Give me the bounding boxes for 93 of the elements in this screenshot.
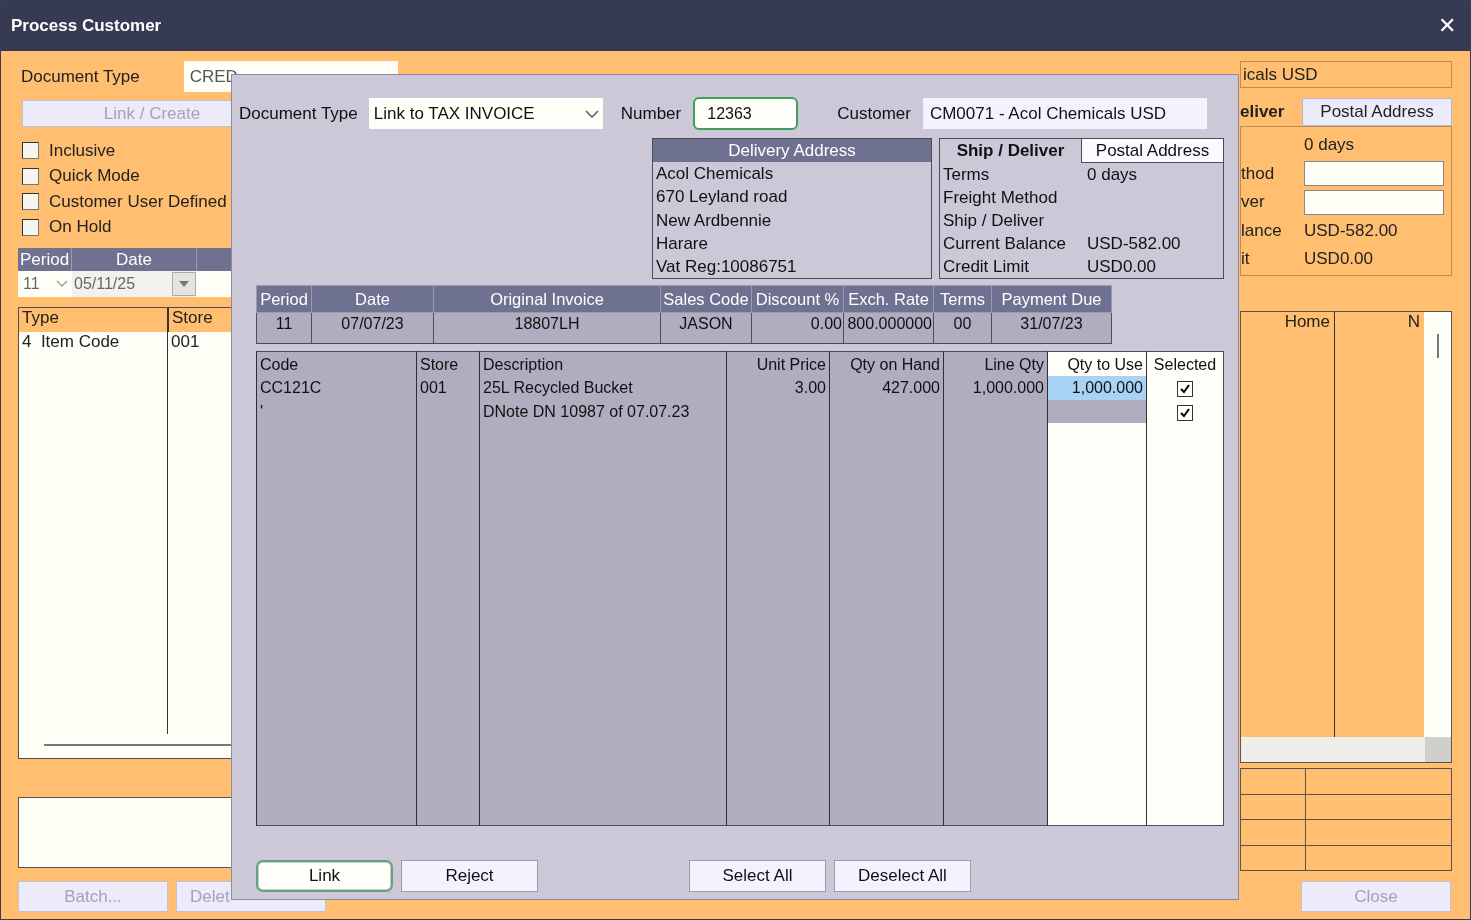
button[interactable]: Reject — [401, 860, 538, 892]
info-value: 0 days — [1304, 135, 1355, 156]
table-cell: 3.00 — [726, 376, 830, 400]
info-label: ver — [1241, 192, 1266, 213]
address-line: Vat Reg:10086751 — [655, 256, 798, 279]
scrollbar[interactable] — [1424, 312, 1451, 737]
table-cell: 31/07/23 — [991, 312, 1112, 344]
address-line: Acol Chemicals — [655, 163, 775, 185]
info-value: USD0.00 — [1304, 249, 1373, 270]
date-field[interactable]: 05/11/25 — [72, 271, 196, 297]
checkbox[interactable] — [22, 142, 39, 160]
button[interactable]: Link — [256, 860, 393, 892]
table-cell: 427.000 — [829, 376, 944, 400]
table-cell: DNote DN 10987 of 07.07.23 — [479, 399, 727, 423]
window-title: Process Customer — [11, 16, 162, 36]
tab[interactable]: Postal Address — [1081, 139, 1223, 163]
checkbox-label: Customer User Defined — [49, 191, 227, 212]
table-cell: 00 — [933, 312, 992, 344]
table-cell: JASON — [660, 312, 752, 344]
checkbox-label: Inclusive — [49, 140, 116, 161]
table-cell: ' — [256, 399, 417, 423]
column-header: Period — [256, 285, 312, 313]
column-header: Payment Due — [991, 285, 1112, 313]
info-label: Current Balance — [943, 233, 1067, 254]
table-cell: 001 — [416, 376, 480, 400]
info-label: lance — [1241, 220, 1283, 241]
tab[interactable]: Postal Address — [1302, 98, 1452, 126]
address-line: New Ardbennie — [655, 209, 773, 232]
field-label: Customer — [837, 103, 911, 124]
button[interactable]: Select All — [689, 860, 826, 892]
customer-field[interactable]: CM0071 - Acol Chemicals USD — [922, 98, 1207, 129]
panel-header: Delivery Address — [653, 139, 931, 162]
column-header: Description — [479, 351, 727, 376]
info-label: Freight Method — [943, 187, 1059, 208]
info-value: USD-582.00 — [1087, 233, 1181, 254]
document-type-dropdown[interactable]: Link to TAX INVOICE — [368, 98, 603, 129]
customer-name-field: icals USD — [1240, 61, 1452, 88]
checkbox-label: Quick Mode — [49, 166, 140, 187]
column-header: Unit Price — [726, 351, 830, 376]
table-cell: 11 — [256, 312, 312, 344]
text-field[interactable] — [1304, 189, 1444, 215]
column-header: Sales Code — [660, 285, 752, 313]
info-value: 0 days — [1087, 164, 1138, 185]
checkbox[interactable] — [1177, 404, 1193, 421]
column-header: Qty to Use — [1047, 351, 1147, 376]
column-header: Type — [19, 308, 169, 332]
scrollbar[interactable] — [1241, 737, 1451, 762]
column-header: Store — [416, 351, 480, 376]
column-header: Store — [171, 308, 213, 329]
table-cell: 18807LH — [433, 312, 661, 344]
text-field[interactable] — [1304, 161, 1444, 187]
column-header: Selected — [1146, 351, 1224, 376]
table-cell: CC121C — [256, 376, 417, 400]
column-header: Terms — [933, 285, 992, 313]
field-label: Number — [620, 103, 682, 124]
period-dropdown[interactable]: 11 — [18, 275, 72, 293]
address-line: 670 Leyland road — [655, 186, 789, 209]
address-line: Harare — [655, 232, 709, 255]
table-cell: 25L Recycled Bucket — [479, 376, 727, 400]
info-label: Ship / Deliver — [943, 210, 1046, 231]
table-cell-text: 4 Item Code — [21, 332, 121, 353]
info-label: Credit Limit — [943, 256, 1030, 277]
checkbox[interactable] — [22, 218, 39, 236]
info-value: USD-582.00 — [1304, 220, 1398, 241]
chevron-down-icon — [56, 280, 68, 288]
button[interactable]: Deselect All — [834, 860, 971, 892]
checkbox[interactable] — [22, 193, 39, 211]
table-cell: 1,000.000 — [943, 376, 1048, 400]
table-cell: 800.000000 — [843, 312, 934, 344]
column-header: Line Qty — [943, 351, 1048, 376]
number-field[interactable]: 12363 — [693, 97, 799, 130]
table-cell-text: 001 — [170, 332, 200, 353]
column-header: Date — [311, 285, 434, 313]
table-cell: 1,000.000 — [1047, 376, 1147, 400]
info-label: Terms — [943, 164, 991, 185]
column-header: Code — [256, 351, 417, 376]
chevron-down-icon — [584, 108, 599, 119]
column-header: Qty on Hand — [829, 351, 944, 376]
checkbox-label: On Hold — [49, 217, 112, 238]
caret-down-icon — [179, 281, 189, 287]
table-cell: 0.00 — [751, 312, 844, 344]
checkbox[interactable] — [22, 167, 39, 185]
table-cell: 07/07/23 — [311, 312, 434, 344]
column-header: N — [1406, 312, 1421, 333]
info-value: USD0.00 — [1087, 256, 1156, 277]
column-header: Exch. Rate — [843, 285, 934, 313]
close-button[interactable]: ✕ — [1438, 13, 1456, 39]
column-header: Original Invoice — [433, 285, 661, 313]
info-label: it — [1241, 249, 1251, 270]
info-label: thod — [1241, 163, 1276, 184]
column-header: Discount % — [751, 285, 844, 313]
checkbox[interactable] — [1177, 381, 1193, 397]
field-label: Document Type — [20, 66, 141, 87]
